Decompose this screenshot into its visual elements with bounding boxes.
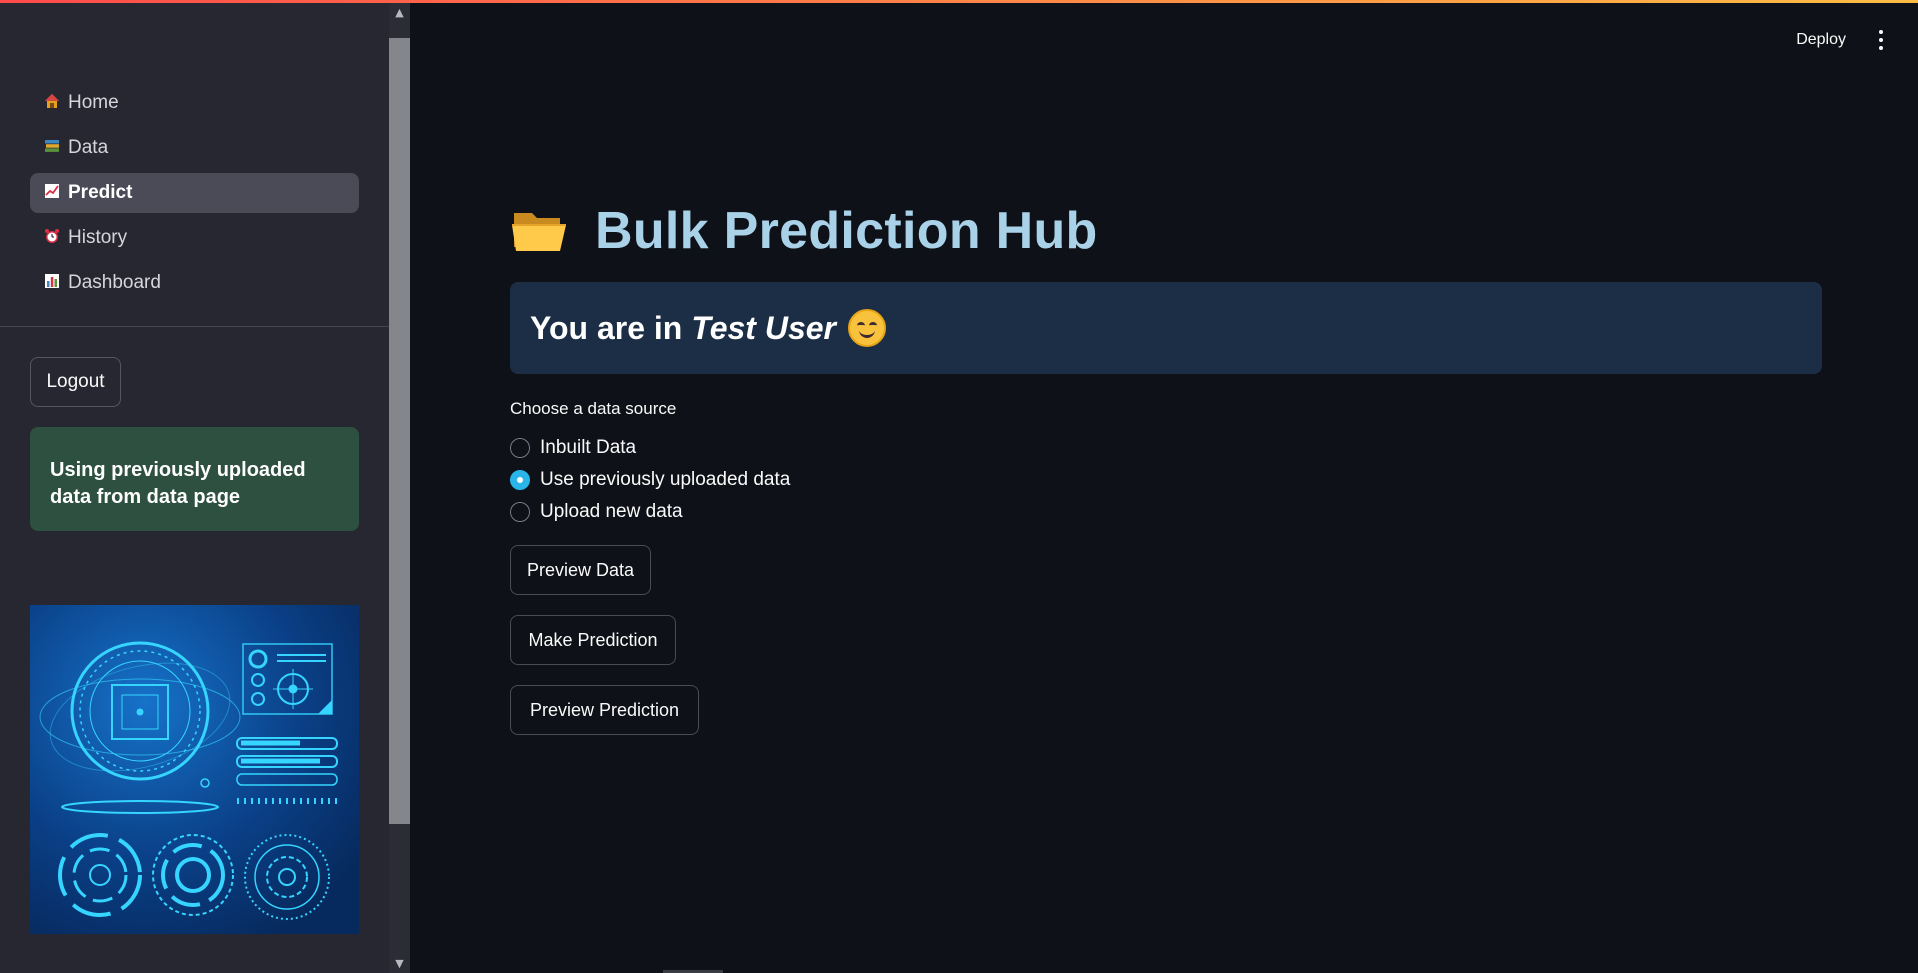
books-icon — [42, 138, 62, 158]
status-alert-text: Using previously uploaded data from data… — [50, 459, 306, 508]
top-decoration-bar — [0, 0, 1918, 3]
radio-option-label: Upload new data — [540, 501, 683, 522]
scroll-up-icon[interactable]: ▲ — [389, 4, 410, 22]
sidebar-divider — [0, 326, 389, 327]
make-prediction-button[interactable]: Make Prediction — [510, 615, 676, 665]
radio-button[interactable] — [510, 438, 530, 458]
sidebar-item-predict[interactable]: Predict — [30, 173, 359, 213]
open-folder-icon — [510, 207, 570, 255]
radio-option-label: Use previously uploaded data — [540, 469, 791, 490]
logout-button[interactable]: Logout — [30, 357, 121, 407]
sidebar-item-label: Home — [68, 92, 119, 113]
info-prefix: You are in — [530, 309, 683, 346]
page-title: Bulk Prediction Hub — [595, 202, 1098, 260]
sidebar-item-label: History — [68, 227, 128, 248]
more-menu-icon[interactable] — [1874, 30, 1888, 50]
header-actions: Deploy — [1796, 30, 1888, 50]
data-source-label: Choose a data source — [510, 399, 677, 418]
info-banner: You are in Test User — [510, 282, 1822, 374]
radio-inbuilt-data[interactable]: Inbuilt Data — [510, 432, 790, 464]
radio-option-label: Inbuilt Data — [540, 437, 637, 458]
sidebar-item-label: Predict — [68, 182, 133, 203]
sidebar-scroll-thumb[interactable] — [389, 38, 410, 824]
home-icon — [42, 93, 62, 113]
alarm-clock-icon — [42, 228, 62, 248]
smiling-face-icon — [847, 309, 886, 347]
sidebar-item-data[interactable]: Data — [30, 128, 359, 168]
radio-button-selected[interactable] — [510, 470, 530, 490]
preview-data-button[interactable]: Preview Data — [510, 545, 651, 595]
sidebar-item-history[interactable]: History — [30, 218, 359, 258]
sidebar: Home Data Predict History Dashboard Logo… — [0, 0, 389, 973]
radio-previous-data[interactable]: Use previously uploaded data — [510, 464, 790, 496]
bar-chart-icon — [42, 273, 62, 293]
sidebar-item-label: Data — [68, 137, 109, 158]
sidebar-item-dashboard[interactable]: Dashboard — [30, 263, 359, 303]
sidebar-item-home[interactable]: Home — [30, 83, 359, 123]
title-row: Bulk Prediction Hub — [510, 196, 1098, 266]
radio-button[interactable] — [510, 502, 530, 522]
chart-increasing-icon — [42, 183, 62, 203]
radio-upload-new[interactable]: Upload new data — [510, 496, 790, 528]
main-horizontal-scrollbar[interactable] — [410, 967, 1918, 973]
hud-illustration — [30, 605, 359, 934]
deploy-button[interactable]: Deploy — [1796, 31, 1846, 49]
scroll-down-icon[interactable]: ▼ — [389, 955, 410, 973]
sidebar-nav: Home Data Predict History Dashboard — [30, 83, 359, 308]
preview-prediction-button[interactable]: Preview Prediction — [510, 685, 699, 735]
data-source-radio-group: Inbuilt Data Use previously uploaded dat… — [510, 432, 790, 528]
sidebar-item-label: Dashboard — [68, 272, 161, 293]
status-alert: Using previously uploaded data from data… — [30, 427, 359, 531]
info-user: Test User — [691, 309, 836, 346]
